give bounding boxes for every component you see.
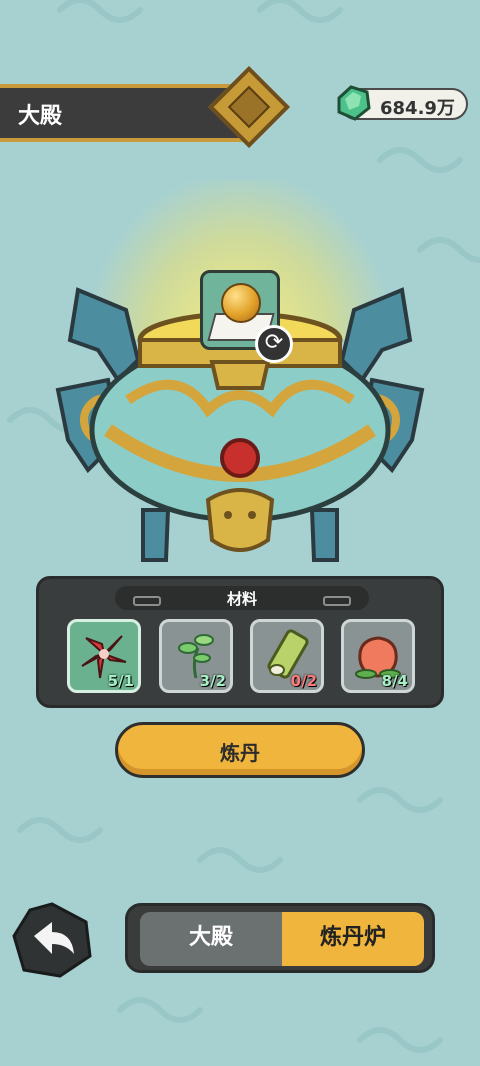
materials-panel: 材料 5/1 3/2 0/2 8/4 — [36, 576, 444, 708]
refresh-icon[interactable]: ⟳ — [255, 325, 293, 363]
page-title: 大殿 — [18, 104, 63, 129]
material-slot-2[interactable]: 3/2 — [159, 619, 233, 693]
tab-alchemy-furnace[interactable]: 炼丹炉 — [282, 912, 424, 966]
materials-header: 材料 — [115, 586, 369, 610]
material-count: 0/2 — [290, 672, 317, 690]
ornament-right-icon — [323, 596, 351, 606]
material-slot-3[interactable]: 0/2 — [250, 619, 324, 693]
currency-value: 684.9万 — [380, 98, 455, 119]
title-bar: 大殿 — [0, 84, 250, 142]
jade-gem-icon — [337, 85, 371, 121]
material-count: 3/2 — [199, 672, 226, 690]
craft-button-label: 炼丹 — [220, 741, 260, 765]
craft-pill-button[interactable]: 炼丹 — [115, 722, 365, 778]
material-slot-1[interactable]: 5/1 — [67, 619, 141, 693]
material-count: 8/4 — [381, 672, 408, 690]
back-arrow-icon[interactable] — [12, 902, 92, 978]
bottom-tab-bar: 大殿 炼丹炉 — [125, 903, 435, 973]
material-slot-4[interactable]: 8/4 — [341, 619, 415, 693]
material-count: 5/1 — [107, 672, 134, 690]
tab-hall[interactable]: 大殿 — [140, 912, 282, 966]
golden-pill-icon — [221, 283, 261, 323]
